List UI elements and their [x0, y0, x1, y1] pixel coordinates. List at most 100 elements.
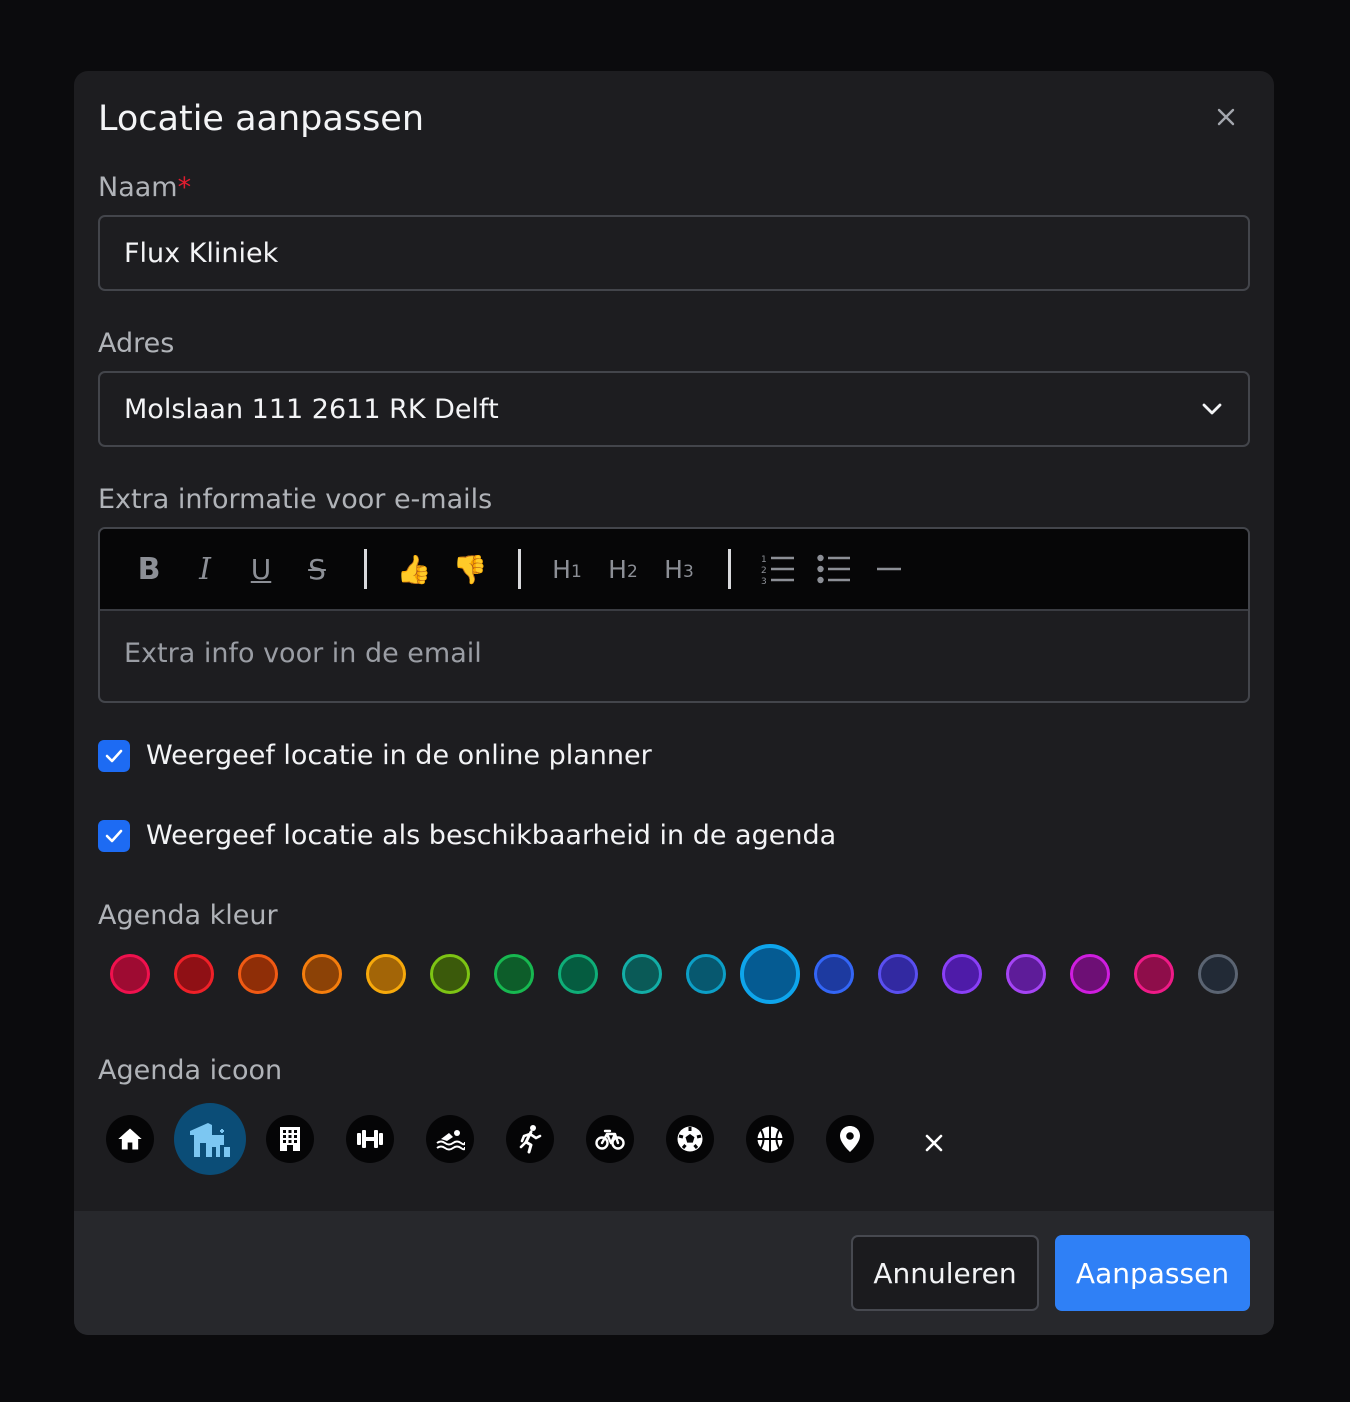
- show-as-availability-row[interactable]: Weergeef locatie als beschikbaarheid in …: [98, 819, 836, 853]
- show-as-availability-label: Weergeef locatie als beschikbaarheid in …: [146, 820, 837, 851]
- basketball-icon: [757, 1126, 783, 1152]
- editor-content[interactable]: Extra info voor in de email: [124, 637, 482, 671]
- strikethrough-button[interactable]: S: [302, 549, 332, 589]
- thumbs-up-button[interactable]: 👍: [396, 549, 432, 589]
- heading-3-level: 3: [682, 562, 694, 582]
- address-select-value: Molslaan 111 2611 RK Delft: [124, 393, 499, 425]
- strikethrough-button-label: S: [308, 552, 326, 586]
- italic-button[interactable]: I: [190, 549, 220, 589]
- address-label: Adres: [98, 328, 175, 359]
- color-swatch[interactable]: [558, 954, 598, 994]
- heading-2-button[interactable]: H2: [606, 549, 640, 589]
- name-label-text: Naam: [98, 172, 178, 203]
- name-label: Naam*: [98, 171, 191, 205]
- horizontal-rule-icon: [877, 567, 901, 571]
- soccer-ball-icon: [677, 1126, 703, 1152]
- house-icon: [118, 1128, 142, 1150]
- color-swatch[interactable]: [686, 954, 726, 994]
- address-select[interactable]: Molslaan 111 2611 RK Delft: [98, 371, 1250, 447]
- ordered-list-button[interactable]: 1 2 3: [760, 549, 796, 589]
- color-swatch[interactable]: [1070, 954, 1110, 994]
- color-swatch[interactable]: [814, 954, 854, 994]
- color-swatch[interactable]: [1198, 954, 1238, 994]
- color-swatch[interactable]: [622, 954, 662, 994]
- required-mark: *: [177, 172, 192, 203]
- icon-option-building[interactable]: [266, 1115, 314, 1163]
- thumbs-down-icon: 👎: [452, 552, 488, 586]
- clear-icon-button[interactable]: [910, 1119, 958, 1167]
- icon-option-location-pin[interactable]: [826, 1115, 874, 1163]
- color-swatch[interactable]: [942, 954, 982, 994]
- color-swatch[interactable]: [366, 954, 406, 994]
- horizontal-rule-button[interactable]: [876, 549, 902, 589]
- submit-button[interactable]: Aanpassen: [1055, 1235, 1250, 1311]
- color-swatch-selected[interactable]: [740, 944, 800, 1004]
- italic-button-label: I: [199, 551, 211, 587]
- editor-placeholder: Extra info voor in de email: [124, 638, 482, 669]
- heading-2-label: H: [608, 554, 627, 584]
- calendar-icon-label: Agenda icoon: [98, 1055, 283, 1086]
- toolbar-divider: [728, 549, 731, 589]
- svg-text:1: 1: [761, 555, 767, 565]
- modal-title: Locatie aanpassen: [98, 99, 425, 139]
- heading-3-label: H: [664, 554, 683, 584]
- svg-text:2: 2: [761, 566, 767, 576]
- show-as-availability-checkbox[interactable]: [98, 820, 130, 852]
- chevron-down-icon: [1202, 403, 1222, 415]
- modal-footer: Annuleren Aanpassen: [74, 1211, 1274, 1335]
- underline-button-label: U: [250, 552, 272, 586]
- show-in-online-planner-checkbox[interactable]: [98, 740, 130, 772]
- clinic-icon: [190, 1123, 230, 1157]
- close-button[interactable]: [1210, 101, 1242, 133]
- building-icon: [280, 1127, 300, 1151]
- heading-1-label: H: [552, 554, 571, 584]
- color-swatch[interactable]: [430, 954, 470, 994]
- bicycle-icon: [595, 1129, 625, 1150]
- svg-text:3: 3: [761, 577, 767, 585]
- color-swatch[interactable]: [494, 954, 534, 994]
- edit-location-modal: Locatie aanpassen Naam* Adres Molslaan 1…: [74, 71, 1274, 1335]
- editor-toolbar: B I U S 👍 👎 H1 H2 H 3 1 2 3: [100, 529, 1248, 611]
- icon-option-bicycle[interactable]: [586, 1115, 634, 1163]
- show-in-online-planner-label: Weergeef locatie in de online planner: [146, 740, 652, 771]
- icon-option-swimming[interactable]: [426, 1115, 474, 1163]
- heading-2-level: 2: [626, 562, 638, 582]
- swimming-icon: [436, 1130, 465, 1151]
- checkmark-icon: [105, 829, 123, 843]
- icon-option-running[interactable]: [506, 1115, 554, 1163]
- icon-option-basketball[interactable]: [746, 1115, 794, 1163]
- icon-option-house[interactable]: [106, 1115, 154, 1163]
- toolbar-divider: [364, 549, 367, 589]
- color-swatch[interactable]: [302, 954, 342, 994]
- bold-button[interactable]: B: [134, 549, 164, 589]
- color-swatch[interactable]: [174, 954, 214, 994]
- cancel-button[interactable]: Annuleren: [851, 1235, 1039, 1311]
- toolbar-divider: [518, 549, 521, 589]
- bullet-list-button[interactable]: [816, 549, 852, 589]
- bullet-list-icon: [817, 554, 850, 584]
- icon-option-soccer-ball[interactable]: [666, 1115, 714, 1163]
- close-icon: [1217, 108, 1235, 126]
- show-in-online-planner-row[interactable]: Weergeef locatie in de online planner: [98, 739, 652, 773]
- bold-button-label: B: [137, 551, 161, 587]
- thumbs-down-button[interactable]: 👎: [452, 549, 488, 589]
- heading-3-button[interactable]: H3: [662, 549, 696, 589]
- name-input[interactable]: [98, 215, 1250, 291]
- rich-text-editor: B I U S 👍 👎 H1 H2 H 3 1 2 3 Extra info v…: [98, 527, 1250, 703]
- calendar-color-label: Agenda kleur: [98, 900, 278, 931]
- color-swatch[interactable]: [1006, 954, 1046, 994]
- icon-option-clinic[interactable]: [174, 1103, 246, 1175]
- underline-button[interactable]: U: [246, 549, 276, 589]
- color-swatch[interactable]: [878, 954, 918, 994]
- thumbs-up-icon: 👍: [396, 552, 432, 586]
- color-swatch[interactable]: [238, 954, 278, 994]
- color-swatch[interactable]: [1134, 954, 1174, 994]
- color-swatch[interactable]: [110, 954, 150, 994]
- heading-1-button[interactable]: H1: [550, 549, 584, 589]
- email-info-label: Extra informatie voor e-mails: [98, 484, 493, 515]
- running-icon: [519, 1125, 542, 1154]
- checkmark-icon: [105, 749, 123, 763]
- location-pin-icon: [840, 1126, 860, 1152]
- heading-1-level: 1: [570, 562, 582, 582]
- icon-option-dumbbell[interactable]: [346, 1115, 394, 1163]
